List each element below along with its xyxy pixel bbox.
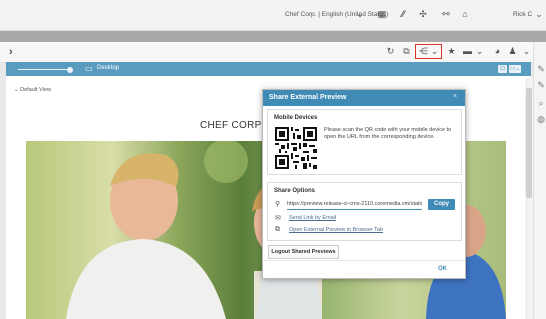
right-side-panel: ✎ ✎ ⌕ ◍: [533, 42, 546, 319]
preview-toolbar: › ↻ ⧉ ⋲ ⌄ ★ ▬ ⌄ ◕ ♟ ⌄: [0, 42, 546, 63]
logout-shared-previews-button[interactable]: Logout Shared Previews: [268, 245, 339, 259]
share-button[interactable]: ⋲ ⌄: [415, 44, 442, 59]
dialog-footer-divider: [263, 260, 465, 261]
fullscreen-icon[interactable]: ⊡: [498, 65, 507, 73]
open-in-tab-icon[interactable]: ⧉: [401, 46, 412, 57]
zoom-slider-track[interactable]: [18, 69, 70, 70]
qr-instructions: Please scan the QR code with your mobile…: [324, 127, 452, 140]
copy-button[interactable]: Copy: [428, 199, 455, 210]
share-external-preview-dialog: Share External Preview × Mobile Devices …: [262, 89, 466, 279]
site-chevron-icon[interactable]: ⌄: [355, 9, 365, 19]
apps-grid-icon[interactable]: ▦: [377, 9, 387, 19]
site-selector[interactable]: Chef Corp. | English (United States): [285, 11, 388, 18]
share-icon: ⋲: [419, 46, 428, 56]
link-icon[interactable]: ⚯: [441, 9, 451, 19]
device-menu-icon[interactable]: ▭⌄: [509, 65, 521, 73]
personalization-icon[interactable]: ♟: [507, 46, 518, 57]
personalization-chevron-icon[interactable]: ⌄: [521, 46, 532, 57]
share-options-section: Share Options ⚲ https://preview.release-…: [267, 182, 462, 241]
scrollbar-thumb[interactable]: [526, 88, 532, 198]
mobile-devices-title: Mobile Devices: [274, 115, 318, 121]
zoom-slider-handle[interactable]: [67, 66, 73, 73]
content-scrollbar[interactable]: [525, 78, 533, 319]
dialog-title: Share External Preview: [269, 94, 347, 101]
share-options-title: Share Options: [274, 188, 316, 194]
globe-icon[interactable]: ◍: [536, 114, 546, 125]
close-icon[interactable]: ×: [453, 93, 457, 100]
collapse-chevron-icon[interactable]: ›: [9, 46, 13, 58]
edit-icon[interactable]: ✎: [536, 80, 546, 91]
image-format-icon[interactable]: ▬: [462, 46, 473, 57]
link-icon: ⚲: [275, 201, 281, 208]
default-view-label[interactable]: ⌄ Default View: [14, 87, 51, 93]
open-in-browser-tab-link[interactable]: Open External Preview in Browser Tab: [289, 227, 383, 233]
tab-strip: [0, 31, 546, 42]
send-link-by-email[interactable]: Send Link by Email: [289, 215, 336, 221]
bookmark-icon[interactable]: ★: [446, 46, 457, 57]
device-bar: ▭ Desktop ⊡ ▭⌄: [6, 62, 531, 76]
image-format-chevron-icon[interactable]: ⌄: [474, 46, 485, 57]
search-icon[interactable]: ⌕: [536, 98, 546, 109]
email-icon: ✉: [275, 215, 281, 222]
default-view-text: Default View: [20, 87, 51, 93]
ok-button[interactable]: OK: [438, 266, 447, 272]
pencil-icon[interactable]: ✎: [536, 64, 546, 75]
open-in-tab-icon: ⧉: [275, 226, 280, 233]
device-label[interactable]: Desktop: [97, 65, 119, 71]
user-chevron-icon[interactable]: ⌄: [534, 9, 544, 19]
desktop-icon: ▭: [85, 64, 93, 73]
qr-code: [275, 127, 317, 169]
mobile-devices-section: Mobile Devices Please scan the QR code w…: [267, 109, 462, 175]
time-travel-icon[interactable]: ◕: [492, 46, 503, 57]
library-icon[interactable]: ⁄⁄: [398, 9, 408, 19]
dialog-header: Share External Preview ×: [263, 90, 465, 106]
brand-heading: CHEF CORP I: [200, 120, 268, 131]
top-header: Chef Corp. | English (United States) ⌄ ▦…: [0, 0, 546, 31]
reload-icon[interactable]: ↻: [385, 46, 396, 57]
chevron-down-icon: ⌄: [430, 46, 439, 56]
workflow-icon[interactable]: ✣: [418, 9, 428, 19]
user-menu[interactable]: Rick C: [513, 11, 532, 18]
notifications-icon[interactable]: ⌂: [460, 9, 470, 19]
preview-url-field[interactable]: https://preview.release-ci-cms-2110.core…: [287, 200, 422, 210]
